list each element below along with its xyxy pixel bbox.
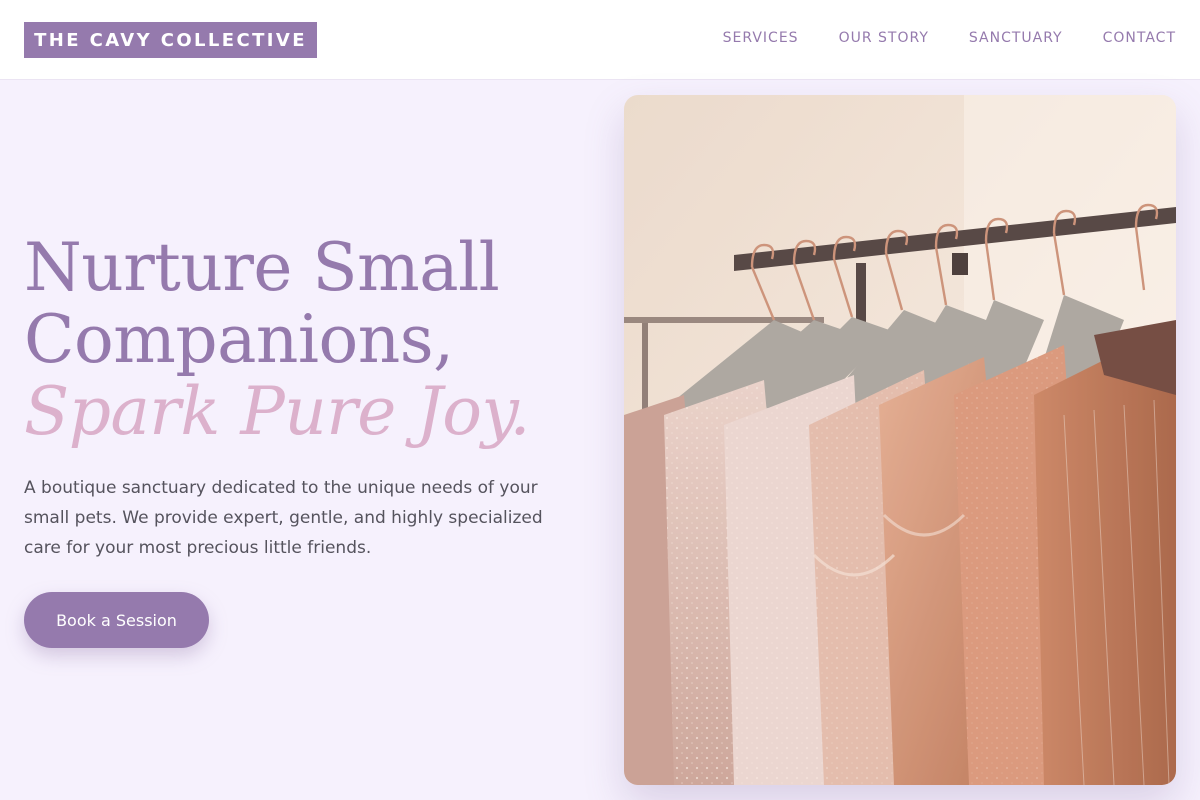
hero-title-line-2: Companions, <box>24 301 454 378</box>
hero-title-line-1: Nurture Small <box>24 229 500 306</box>
nav-link-contact[interactable]: CONTACT <box>1103 30 1176 46</box>
hero-title: Nurture Small Companions, Spark Pure Joy… <box>24 232 604 448</box>
nav-link-our-story[interactable]: OUR STORY <box>839 30 929 46</box>
book-session-button[interactable]: Book a Session <box>24 592 209 648</box>
site-logo[interactable]: THE CAVY COLLECTIVE <box>24 22 317 58</box>
hero-title-accent: Spark Pure Joy. <box>24 373 531 450</box>
hero-description: A boutique sanctuary dedicated to the un… <box>24 478 543 558</box>
nav-link-services[interactable]: SERVICES <box>723 30 799 46</box>
clothing-rack-photo <box>624 95 1176 785</box>
site-header: THE CAVY COLLECTIVE SERVICES OUR STORY S… <box>0 0 1200 80</box>
main-nav: SERVICES OUR STORY SANCTUARY CONTACT <box>723 28 1176 48</box>
page: THE CAVY COLLECTIVE SERVICES OUR STORY S… <box>0 0 1200 800</box>
hero-image <box>624 95 1176 785</box>
nav-link-sanctuary[interactable]: SANCTUARY <box>969 30 1063 46</box>
